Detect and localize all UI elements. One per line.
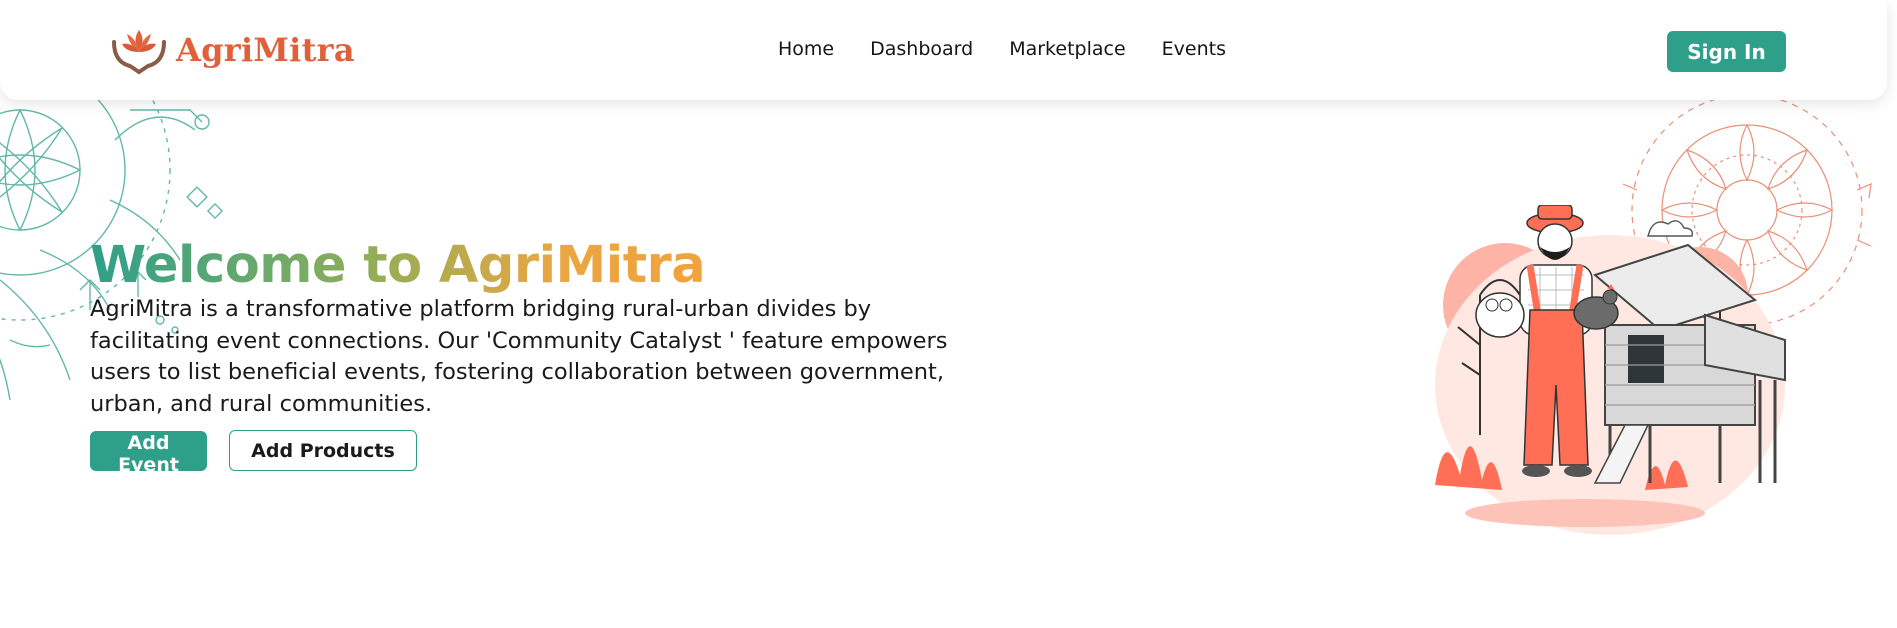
main-nav: Home Dashboard Marketplace Events [778,38,1226,60]
top-navbar: AgriMitra Home Dashboard Marketplace Eve… [0,0,1887,100]
brand[interactable]: AgriMitra [110,22,355,78]
sign-in-button[interactable]: Sign In [1667,31,1786,72]
nav-events[interactable]: Events [1162,38,1226,60]
nav-dashboard[interactable]: Dashboard [870,38,973,60]
nav-marketplace[interactable]: Marketplace [1009,38,1125,60]
farmer-with-chicken-coop-illustration [1435,205,1786,535]
hero-title: Welcome to AgriMitra [90,236,706,295]
brand-name: AgriMitra [176,31,355,69]
hands-lotus-icon [112,30,166,74]
nav-home[interactable]: Home [778,38,834,60]
hero-description: AgriMitra is a transformative platform b… [90,296,948,417]
add-products-button[interactable]: Add Products [229,430,417,471]
add-event-button[interactable]: Add Event [90,431,207,476]
